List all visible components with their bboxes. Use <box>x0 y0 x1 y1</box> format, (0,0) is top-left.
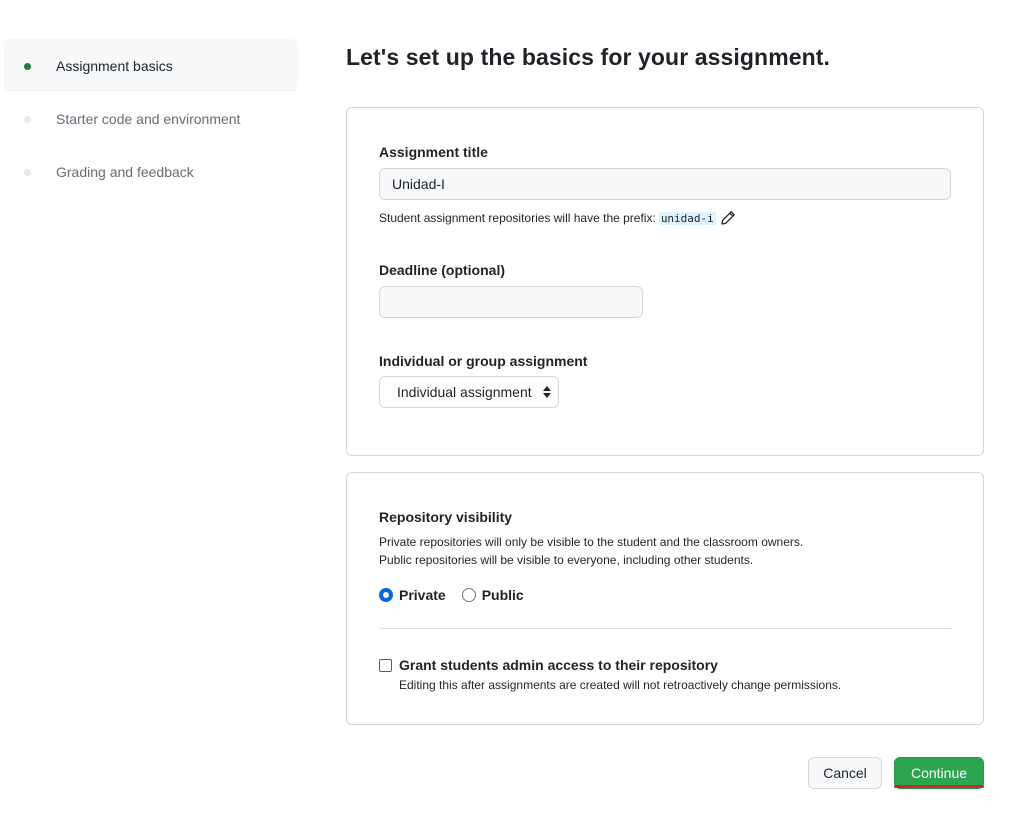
step-starter-code[interactable]: Starter code and environment <box>4 92 298 145</box>
admin-access-label: Grant students admin access to their rep… <box>399 657 718 673</box>
divider <box>379 628 951 629</box>
visibility-card: Repository visibility Private repositori… <box>346 472 984 725</box>
assignment-type-value: Individual assignment <box>397 384 532 400</box>
step-grading-feedback[interactable]: Grading and feedback <box>4 145 298 198</box>
repository-visibility-label: Repository visibility <box>379 509 513 525</box>
admin-access-note: Editing this after assignments are creat… <box>399 678 842 692</box>
cancel-button[interactable]: Cancel <box>808 757 882 789</box>
radio-checked-icon[interactable] <box>379 588 393 602</box>
step-active-dot-icon <box>24 62 31 70</box>
radio-public[interactable]: Public <box>461 587 524 603</box>
admin-access-checkbox[interactable] <box>379 658 392 672</box>
step-dot-icon <box>24 168 31 176</box>
page-title: Let's set up the basics for your assignm… <box>346 44 831 70</box>
select-updown-icon <box>543 386 551 398</box>
radio-public-label: Public <box>481 587 524 603</box>
assignment-type-select[interactable]: Individual assignment <box>379 376 559 408</box>
deadline-label: Deadline (optional) <box>379 262 505 278</box>
radio-private-label: Private <box>399 587 446 603</box>
continue-highlight-underline <box>894 785 984 788</box>
step-label: Assignment basics <box>56 57 173 74</box>
private-description: Private repositories will only be visibl… <box>379 535 804 549</box>
public-description: Public repositories will be visible to e… <box>379 553 754 567</box>
radio-unchecked-icon[interactable] <box>461 588 476 602</box>
visibility-radio-group: Private Public <box>379 587 540 603</box>
deadline-input[interactable] <box>379 286 643 318</box>
basics-card: Assignment title Unidad-I Student assign… <box>346 107 984 456</box>
step-assignment-basics[interactable]: Assignment basics <box>4 39 298 92</box>
assignment-type-label: Individual or group assignment <box>379 353 588 369</box>
step-label: Starter code and environment <box>56 110 241 127</box>
prefix-hint: Student assignment repositories will hav… <box>379 210 736 226</box>
steps-sidebar: Assignment basics Starter code and envir… <box>4 39 298 198</box>
prefix-hint-text: Student assignment repositories will hav… <box>379 211 656 225</box>
assignment-title-input[interactable]: Unidad-I <box>379 168 951 200</box>
radio-private[interactable]: Private <box>379 587 446 603</box>
step-dot-icon <box>24 115 31 123</box>
step-label: Grading and feedback <box>56 163 194 180</box>
create-assignment-page: Assignment basics Starter code and envir… <box>0 0 1036 824</box>
prefix-value: unidad-i <box>658 211 716 225</box>
assignment-title-label: Assignment title <box>379 144 488 160</box>
admin-access-checkbox-row[interactable]: Grant students admin access to their rep… <box>379 657 718 673</box>
pencil-icon[interactable] <box>720 210 736 226</box>
